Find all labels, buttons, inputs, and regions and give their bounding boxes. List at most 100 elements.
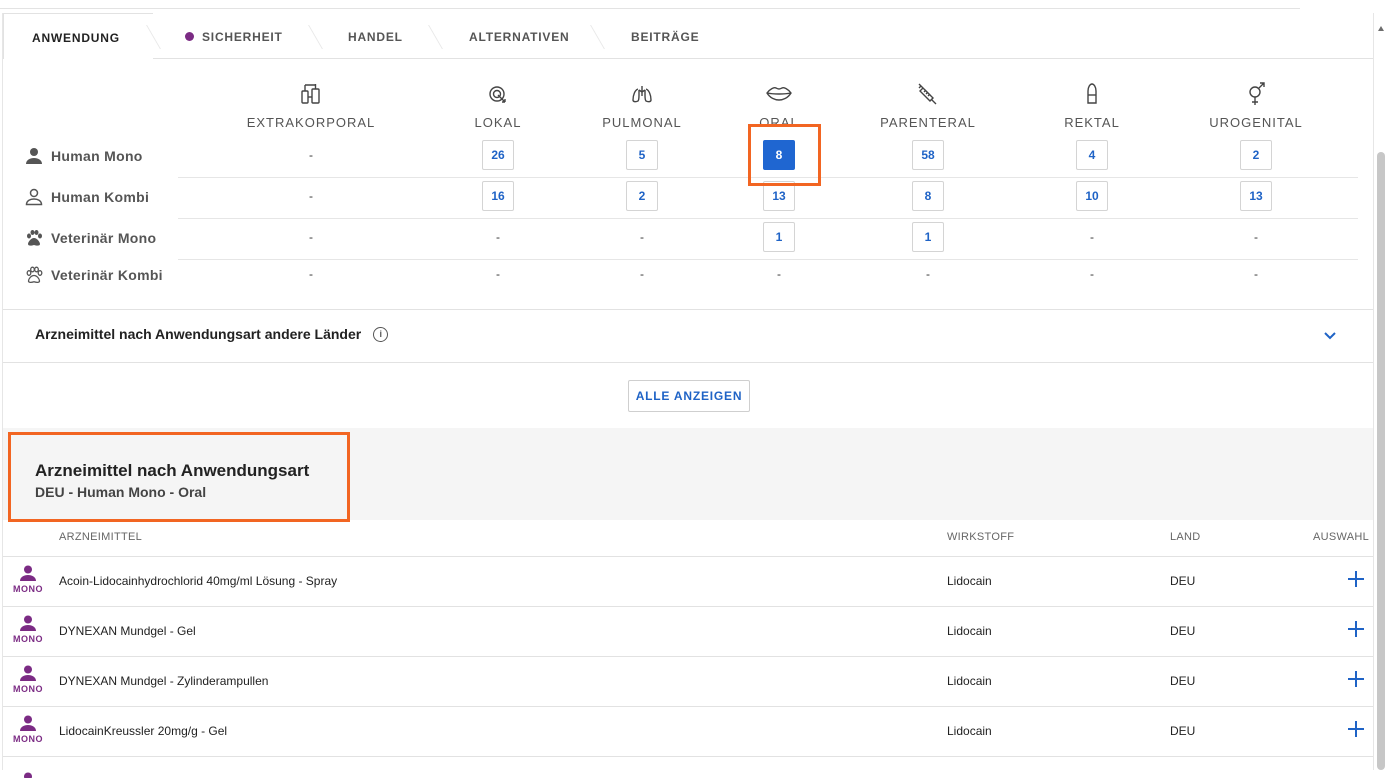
tab-separator (428, 25, 443, 49)
route-label: REKTAL (1064, 115, 1120, 130)
section-divider (3, 362, 1373, 363)
grid-cell: - (309, 148, 313, 162)
table-row[interactable]: MONO LidocainKreussler 20mg/g - Gel Lido… (3, 706, 1373, 757)
person-filled-icon (20, 565, 36, 581)
drug-substance: Lidocain (947, 724, 992, 738)
grid-cell: - (640, 230, 644, 244)
extracorporeal-icon (301, 84, 320, 104)
drug-substance: Lidocain (947, 624, 992, 638)
tab-label: SICHERHEIT (202, 30, 283, 44)
drug-country: DEU (1170, 574, 1196, 588)
tab-anwendung[interactable]: ANWENDUNG (3, 13, 153, 59)
add-icon[interactable] (1347, 670, 1365, 688)
other-countries-toggle[interactable]: Arzneimittel nach Anwendungsart andere L… (35, 326, 389, 342)
paw-filled-icon (27, 230, 42, 246)
mono-badge: MONO (11, 665, 45, 694)
info-icon[interactable]: i (373, 326, 389, 342)
grid-cell[interactable]: 13 (1240, 181, 1272, 211)
highlight-results-title (8, 432, 350, 522)
row-label-text: Human Kombi (51, 189, 150, 205)
mono-badge: MONO (11, 715, 45, 744)
grid-cell[interactable]: 5 (626, 140, 658, 170)
scrollbar-thumb[interactable] (1377, 152, 1385, 770)
grid-cell: - (926, 267, 930, 281)
chevron-down-icon[interactable] (1323, 329, 1337, 343)
mono-label: MONO (13, 734, 43, 744)
grid-cell[interactable]: 8 (912, 181, 944, 211)
route-header-extrakorporal: EXTRAKORPORAL (231, 81, 391, 130)
row-label-veterinaer-mono: Veterinär Mono (25, 229, 156, 247)
route-label: PULMONAL (602, 115, 682, 130)
person-filled-icon (20, 615, 36, 631)
grid-cell: - (640, 267, 644, 281)
tab-label: BEITRÄGE (631, 30, 700, 44)
person-filled-icon (24, 772, 32, 781)
tab-label: ALTERNATIVEN (469, 30, 570, 44)
route-label: PARENTERAL (880, 115, 976, 130)
add-icon[interactable] (1347, 720, 1365, 738)
table-row[interactable]: MONO DYNEXAN Mundgel - Zylinderampullen … (3, 656, 1373, 707)
grid-cell[interactable]: 58 (912, 140, 944, 170)
lips-icon (766, 87, 792, 101)
tab-label: ANWENDUNG (32, 31, 120, 45)
tab-alternativen[interactable]: ALTERNATIVEN (469, 13, 570, 58)
column-header-country[interactable]: LAND (1170, 531, 1201, 543)
drug-name[interactable]: Acoin-Lidocainhydrochlorid 40mg/ml Lösun… (59, 574, 337, 588)
grid-cell[interactable]: 16 (482, 181, 514, 211)
route-header-pulmonal: PULMONAL (562, 81, 722, 130)
row-label-text: Human Mono (51, 148, 143, 164)
route-header-parenteral: PARENTERAL (848, 81, 1008, 130)
tab-sicherheit[interactable]: SICHERHEIT (185, 13, 283, 58)
grid-cell: - (496, 230, 500, 244)
drug-name[interactable]: DYNEXAN Mundgel - Zylinderampullen (59, 674, 268, 688)
grid-cell[interactable]: 1 (912, 222, 944, 252)
scrollbar[interactable] (1377, 20, 1385, 770)
column-header-substance[interactable]: WIRKSTOFF (947, 531, 1014, 543)
suppository-icon (1087, 83, 1097, 104)
grid-cell: - (309, 189, 313, 203)
other-countries-label: Arzneimittel nach Anwendungsart andere L… (35, 326, 362, 342)
scroll-up-icon[interactable] (1378, 26, 1384, 31)
tab-beitraege[interactable]: BEITRÄGE (631, 13, 699, 58)
tab-handel[interactable]: HANDEL (348, 13, 403, 58)
grid-cell[interactable]: 2 (1240, 140, 1272, 170)
grid-cell[interactable]: 2 (626, 181, 658, 211)
drug-name[interactable]: LidocainKreussler 20mg/g - Gel (59, 724, 227, 738)
tab-bar: ANWENDUNG SICHERHEIT HANDEL ALTERNATIVEN… (3, 13, 1373, 59)
drug-substance: Lidocain (947, 674, 992, 688)
tab-separator (590, 25, 605, 49)
add-icon[interactable] (1347, 570, 1365, 588)
row-label-veterinaer-kombi: Veterinär Kombi (25, 266, 163, 284)
column-header-name[interactable]: ARZNEIMITTEL (59, 531, 142, 543)
grid-cell[interactable]: 26 (482, 140, 514, 170)
route-header-lokal: LOKAL (418, 81, 578, 130)
show-all-button[interactable]: ALLE ANZEIGEN (628, 380, 750, 412)
grid-cell[interactable]: 1 (763, 222, 795, 252)
route-header-urogenital: UROGENITAL (1176, 81, 1336, 130)
row-label-text: Veterinär Mono (51, 230, 157, 246)
table-row[interactable]: MONO DYNEXAN Mundgel - Gel Lidocain DEU (3, 606, 1373, 657)
syringe-icon (918, 83, 937, 105)
mono-badge: MONO (11, 565, 45, 594)
grid-cell: - (496, 267, 500, 281)
grid-cell: - (1090, 267, 1094, 281)
grid-cell: - (309, 267, 313, 281)
grid-cell[interactable]: 4 (1076, 140, 1108, 170)
add-icon[interactable] (1347, 620, 1365, 638)
table-row[interactable] (3, 756, 1373, 781)
main-panel: ANWENDUNG SICHERHEIT HANDEL ALTERNATIVEN… (2, 13, 1374, 781)
table-row[interactable]: MONO Acoin-Lidocainhydrochlorid 40mg/ml … (3, 556, 1373, 607)
top-strip (0, 0, 1385, 12)
status-dot-icon (185, 32, 194, 41)
row-divider (178, 218, 1358, 219)
paw-outline-icon (26, 266, 43, 284)
grid-cell[interactable]: 10 (1076, 181, 1108, 211)
lungs-icon (632, 86, 652, 103)
column-header-select: AUSWAHL (1313, 531, 1370, 543)
tab-separator (308, 25, 323, 49)
drug-substance: Lidocain (947, 574, 992, 588)
drug-country: DEU (1170, 624, 1196, 638)
gender-icon (1249, 82, 1265, 105)
drug-name[interactable]: DYNEXAN Mundgel - Gel (59, 624, 196, 638)
route-label: UROGENITAL (1209, 115, 1303, 130)
